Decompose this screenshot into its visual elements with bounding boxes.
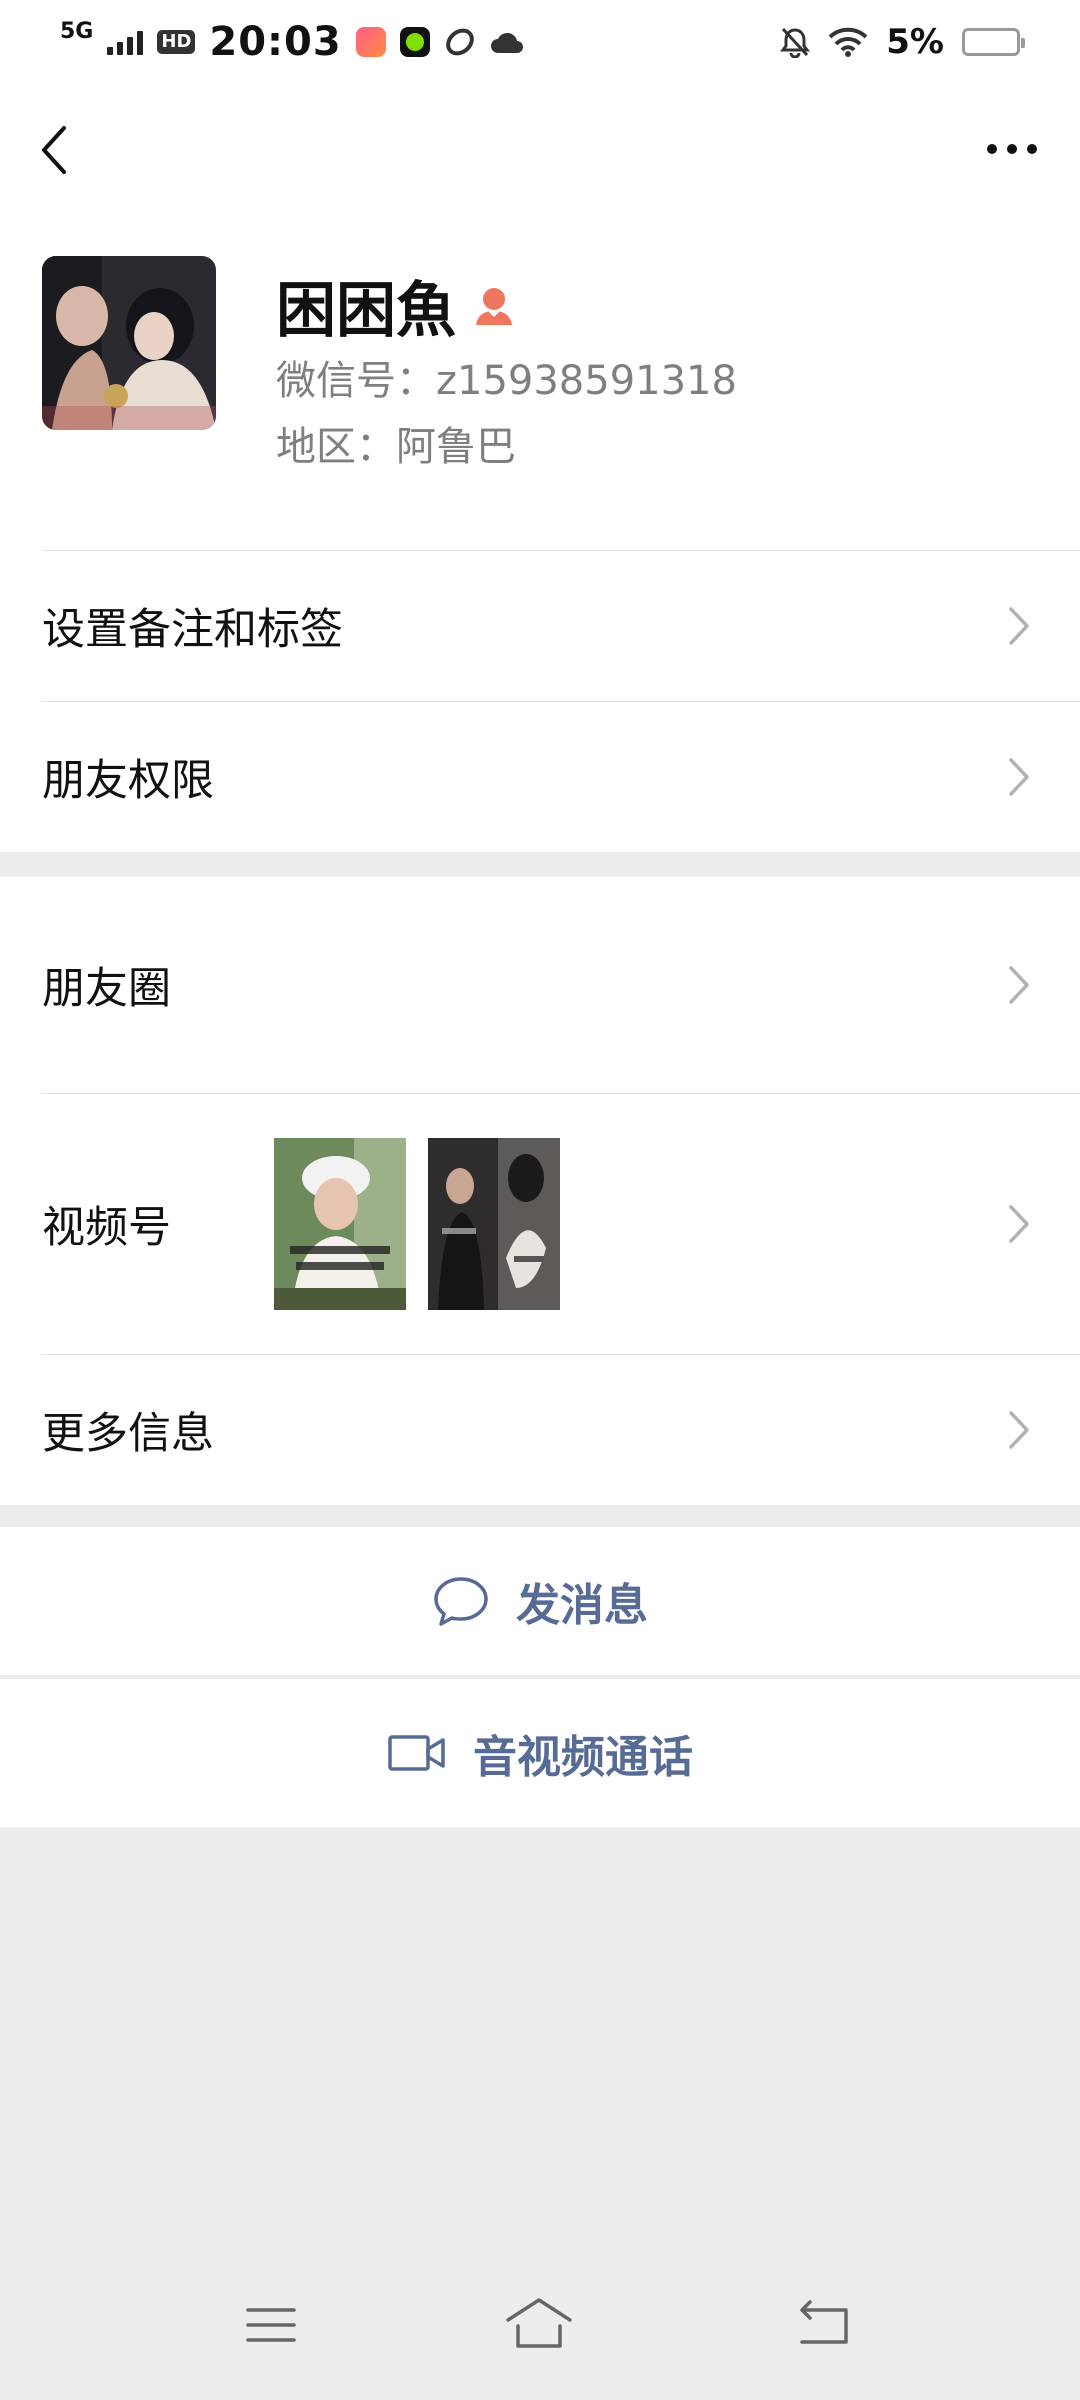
female-icon	[476, 287, 512, 325]
thumbnail-image	[428, 1138, 560, 1310]
avatar[interactable]	[42, 256, 216, 430]
name-row: 困困魚	[276, 262, 514, 349]
status-time: 20:03	[209, 19, 342, 65]
wechat-id: 微信号：z15938591318	[276, 358, 737, 404]
chevron-right-icon	[1009, 607, 1029, 645]
battery-icon	[962, 28, 1025, 56]
remark-tags-row[interactable]: 设置备注和标签	[0, 551, 1080, 701]
hd-badge: HD	[157, 30, 196, 54]
signal-icon	[107, 29, 144, 55]
wifi-icon	[828, 27, 868, 57]
contact-name: 困困魚	[276, 276, 456, 346]
video-camera-icon	[388, 1735, 445, 1771]
chevron-right-icon	[1009, 1411, 1029, 1449]
friend-permissions-row[interactable]: 朋友权限	[0, 702, 1080, 852]
channel-thumbnail[interactable]	[428, 1138, 560, 1310]
chevron-right-icon	[1009, 1205, 1029, 1243]
remark-tags-label: 设置备注和标签	[42, 605, 343, 655]
send-message-button[interactable]: 发消息	[0, 1527, 1080, 1675]
settings-group: 设置备注和标签 朋友权限	[0, 550, 1080, 852]
app-notification-icon	[445, 28, 474, 56]
more-dots-icon[interactable]	[984, 134, 1040, 164]
moments-label: 朋友圈	[42, 964, 171, 1014]
avatar-image	[42, 256, 216, 430]
app-notification-icon	[399, 27, 430, 57]
thumbnail-image	[274, 1138, 406, 1310]
chat-bubble-icon	[434, 1577, 488, 1626]
channels-thumbnails	[274, 1138, 560, 1310]
video-call-label: 音视频通话	[473, 1732, 693, 1783]
region: 地区：阿鲁巴	[276, 424, 516, 470]
channel-thumbnail[interactable]	[274, 1138, 406, 1310]
mute-bell-icon	[780, 27, 811, 58]
network-type: 5G	[60, 19, 94, 44]
status-left: 5G HD 20:03	[60, 19, 524, 65]
profile-header: 困困魚 微信号：z15938591318 地区：阿鲁巴	[0, 214, 1080, 550]
battery-percent: 5%	[886, 22, 944, 62]
system-navigation-bar	[0, 2290, 1080, 2380]
status-right: 5%	[780, 22, 1025, 62]
menu-icon[interactable]	[236, 2290, 306, 2360]
home-icon[interactable]	[504, 2290, 574, 2360]
channels-row[interactable]: 视频号	[0, 1094, 1080, 1354]
app-notification-icon	[355, 27, 386, 57]
contact-profile-page: 5G HD 20:03 5% 困困魚 微信号：z15938591318 地区：阿…	[0, 0, 1080, 2400]
send-message-label: 发消息	[516, 1580, 648, 1631]
info-group: 朋友圈 视频号 更多信息	[0, 877, 1080, 1505]
more-info-label: 更多信息	[42, 1409, 214, 1459]
more-info-row[interactable]: 更多信息	[0, 1355, 1080, 1505]
friend-permissions-label: 朋友权限	[42, 756, 214, 806]
back-icon[interactable]	[788, 2290, 858, 2360]
back-arrow-icon[interactable]	[34, 120, 74, 180]
video-call-button[interactable]: 音视频通话	[0, 1679, 1080, 1827]
chevron-right-icon	[1009, 966, 1029, 1004]
channels-label: 视频号	[42, 1203, 171, 1253]
status-bar: 5G HD 20:03 5%	[0, 0, 1080, 84]
chevron-right-icon	[1009, 758, 1029, 796]
nav-bar	[0, 84, 1080, 214]
moments-row[interactable]: 朋友圈	[0, 877, 1080, 1093]
cloud-icon	[490, 32, 523, 53]
